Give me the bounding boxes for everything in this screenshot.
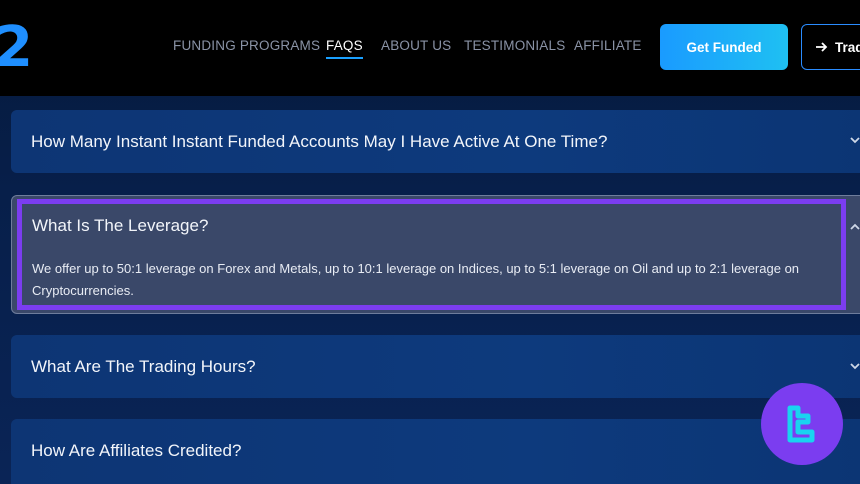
trade-button-label: Trad bbox=[835, 39, 860, 55]
chevron-down-icon[interactable] bbox=[850, 362, 860, 372]
nav-testimonials[interactable]: TESTIMONIALS bbox=[464, 38, 565, 53]
brand-logo[interactable]: 2 bbox=[0, 20, 33, 76]
faq-item-affiliates[interactable]: How Are Affiliates Credited? bbox=[11, 419, 860, 484]
nav-about-us[interactable]: ABOUT US bbox=[381, 38, 451, 53]
trade-button[interactable]: Trad bbox=[801, 24, 860, 70]
nav-faqs[interactable]: FAQS bbox=[326, 38, 363, 59]
faq-question: How Are Affiliates Credited? bbox=[31, 441, 242, 460]
faq-question: What Are The Trading Hours? bbox=[31, 357, 256, 376]
faq-item-accounts[interactable]: How Many Instant Instant Funded Accounts… bbox=[11, 110, 860, 173]
chevron-down-icon[interactable] bbox=[850, 136, 860, 146]
get-funded-button[interactable]: Get Funded bbox=[660, 24, 788, 70]
faq-item-trading-hours[interactable]: What Are The Trading Hours? bbox=[11, 335, 860, 398]
nav-affiliate[interactable]: AFFILIATE bbox=[574, 38, 642, 53]
arrow-right-icon bbox=[816, 40, 828, 55]
tradingfinder-logo-icon bbox=[761, 383, 843, 465]
chevron-up-icon[interactable] bbox=[850, 222, 860, 232]
nav-funding-programs[interactable]: FUNDING PROGRAMS bbox=[173, 38, 320, 53]
highlight-box bbox=[17, 199, 846, 310]
top-navigation-bar: 2 FUNDING PROGRAMS FAQS ABOUT US TESTIMO… bbox=[0, 0, 860, 96]
faq-question: How Many Instant Instant Funded Accounts… bbox=[31, 132, 608, 151]
